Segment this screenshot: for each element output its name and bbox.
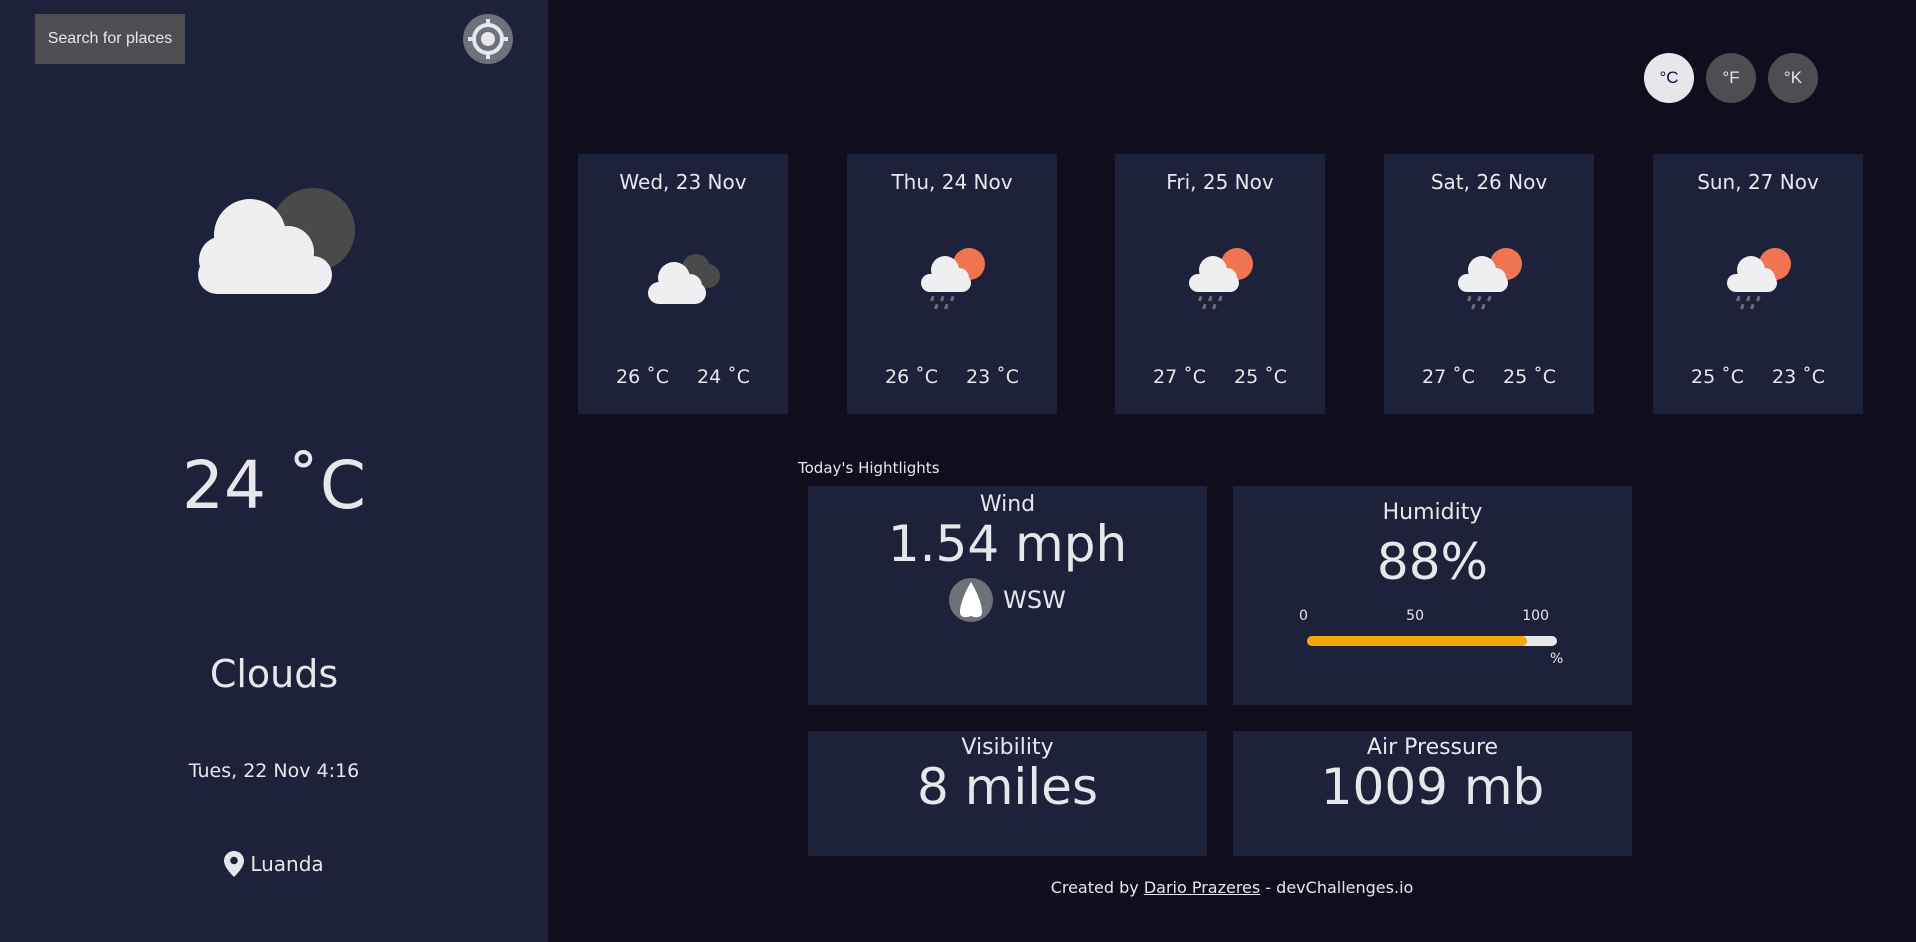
footer-prefix: Created by [1050,878,1144,897]
wind-direction: WSW [1003,586,1066,614]
scale-mid: 50 [1406,608,1424,624]
wind-card: Wind 1.54 mph WSW [808,486,1207,705]
wind-value: 1.54 mph [887,515,1128,573]
celsius-toggle[interactable]: °C [1644,53,1694,103]
current-location-button[interactable] [463,14,513,64]
forecast-card: Sun, 27 Nov 25 ˚C 23 ˚C [1653,154,1863,414]
humidity-value: 88% [1376,533,1489,591]
scale-max: 100 [1522,608,1549,624]
rain-sun-icon [1458,248,1522,310]
footer: Created by Dario Prazeres - devChallenge… [548,878,1916,897]
humidity-unit: % [1550,651,1564,667]
forecast-min-temp: 23 ˚C [1772,366,1825,388]
air-pressure-value: 1009 mb [1320,758,1545,816]
fahrenheit-toggle[interactable]: °F [1706,53,1756,103]
air-pressure-card: Air Pressure 1009 mb [1233,731,1632,856]
scale-min: 0 [1299,608,1308,624]
forecast-date: Thu, 24 Nov [891,170,1013,194]
search-places-button[interactable]: Search for places [35,14,185,64]
rain-sun-icon [1189,248,1253,310]
author-link[interactable]: Dario Prazeres [1144,878,1260,897]
sidebar: Search for places 24 ˚C Clouds Tues, 22 … [0,0,548,942]
rain-sun-icon [921,248,985,310]
cloudy-icon [648,254,720,304]
location-pin-icon [224,851,245,877]
forecast-max-temp: 25 ˚C [1691,366,1744,388]
forecast-date: Wed, 23 Nov [619,170,747,194]
humidity-label: Humidity [1382,500,1483,525]
humidity-bar-fill [1307,636,1527,646]
weather-description: Clouds [209,652,339,696]
current-date: Tues, 22 Nov 4:16 [188,760,360,782]
visibility-label: Visibility [961,735,1054,760]
location-name: Luanda [250,852,324,876]
forecast-min-temp: 24 ˚C [697,366,750,388]
forecast-date: Fri, 25 Nov [1166,170,1274,194]
forecast-date: Sat, 26 Nov [1430,170,1548,194]
forecast-card: Thu, 24 Nov 26 ˚C 23 ˚C [847,154,1057,414]
forecast-max-temp: 26 ˚C [616,366,669,388]
air-pressure-label: Air Pressure [1366,735,1499,760]
forecast-min-temp: 25 ˚C [1234,366,1287,388]
footer-suffix: - devChallenges.io [1260,878,1414,897]
visibility-value: 8 miles [916,758,1098,816]
forecast-card: Fri, 25 Nov 27 ˚C 25 ˚C [1115,154,1325,414]
humidity-card: Humidity 88% 0 50 100 % [1233,486,1632,705]
location: Luanda [0,851,548,877]
humidity-bar [1307,636,1557,646]
humidity-scale: 0 50 100 [1299,608,1549,624]
forecast-max-temp: 27 ˚C [1153,366,1206,388]
forecast-card: Sat, 26 Nov 27 ˚C 25 ˚C [1384,154,1594,414]
visibility-card: Visibility 8 miles [808,731,1207,856]
cloud-moon-icon [198,188,355,294]
rain-sun-icon [1727,248,1791,310]
forecast-min-temp: 23 ˚C [966,366,1019,388]
forecast-max-temp: 26 ˚C [885,366,938,388]
forecast-card: Wed, 23 Nov 26 ˚C 24 ˚C [578,154,788,414]
current-temperature: 24 ˚C [181,447,367,524]
forecast-max-temp: 27 ˚C [1422,366,1475,388]
gps-target-icon [468,19,508,59]
wind-label: Wind [979,492,1036,517]
forecast-min-temp: 25 ˚C [1503,366,1556,388]
kelvin-toggle[interactable]: °K [1768,53,1818,103]
highlights-title: Today's Hightlights [798,459,940,477]
wind-direction-icon [949,578,994,622]
forecast-date: Sun, 27 Nov [1697,170,1819,194]
